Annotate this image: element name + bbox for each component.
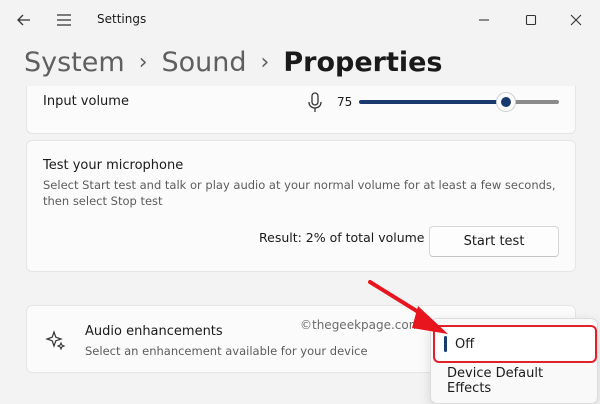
- slider-track-filled: [359, 100, 506, 104]
- test-mic-description: Select Start test and talk or play audio…: [43, 178, 556, 208]
- maximize-button[interactable]: [515, 4, 547, 36]
- breadcrumb-separator: ›: [138, 49, 148, 75]
- title-bar: Settings: [0, 0, 600, 40]
- input-volume-card: Input volume 75: [26, 86, 576, 134]
- test-result: Result: 2% of total volume: [259, 230, 425, 245]
- breadcrumb-sound[interactable]: Sound: [162, 47, 247, 78]
- test-mic-title: Test your microphone: [43, 158, 184, 173]
- test-microphone-card: Test your microphone Select Start test a…: [26, 140, 576, 272]
- microphone-icon: [308, 92, 322, 112]
- close-icon: [570, 14, 582, 26]
- maximize-icon: [525, 14, 537, 26]
- back-button[interactable]: [8, 4, 40, 36]
- option-device-default-effects[interactable]: Device Default Effects: [437, 363, 591, 399]
- close-button[interactable]: [560, 4, 592, 36]
- page-title: Properties: [283, 46, 443, 78]
- audio-enhancements-description: Select an enhancement available for your…: [85, 344, 368, 358]
- minimize-button[interactable]: [468, 4, 500, 36]
- sparkle-effects-icon: [45, 330, 66, 351]
- breadcrumb-separator: ›: [260, 49, 270, 75]
- breadcrumb-system[interactable]: System: [24, 47, 125, 78]
- volume-slider[interactable]: [359, 92, 559, 112]
- option-off-label: Off: [455, 336, 475, 352]
- annotation-arrow: [368, 280, 448, 334]
- input-volume-label: Input volume: [43, 94, 129, 109]
- option-off[interactable]: Off: [433, 325, 597, 363]
- start-test-button[interactable]: Start test: [429, 226, 559, 257]
- minimize-icon: [479, 19, 489, 21]
- volume-value: 75: [337, 95, 353, 109]
- hamburger-menu-icon: [57, 14, 71, 26]
- app-title: Settings: [97, 12, 147, 26]
- option-dde-label: Device Default Effects: [447, 366, 544, 396]
- audio-enhancements-title: Audio enhancements: [85, 324, 223, 339]
- back-arrow-icon: [17, 14, 30, 26]
- breadcrumb: System › Sound › Properties: [24, 42, 443, 82]
- slider-thumb[interactable]: [497, 93, 515, 111]
- menu-button[interactable]: [48, 4, 80, 36]
